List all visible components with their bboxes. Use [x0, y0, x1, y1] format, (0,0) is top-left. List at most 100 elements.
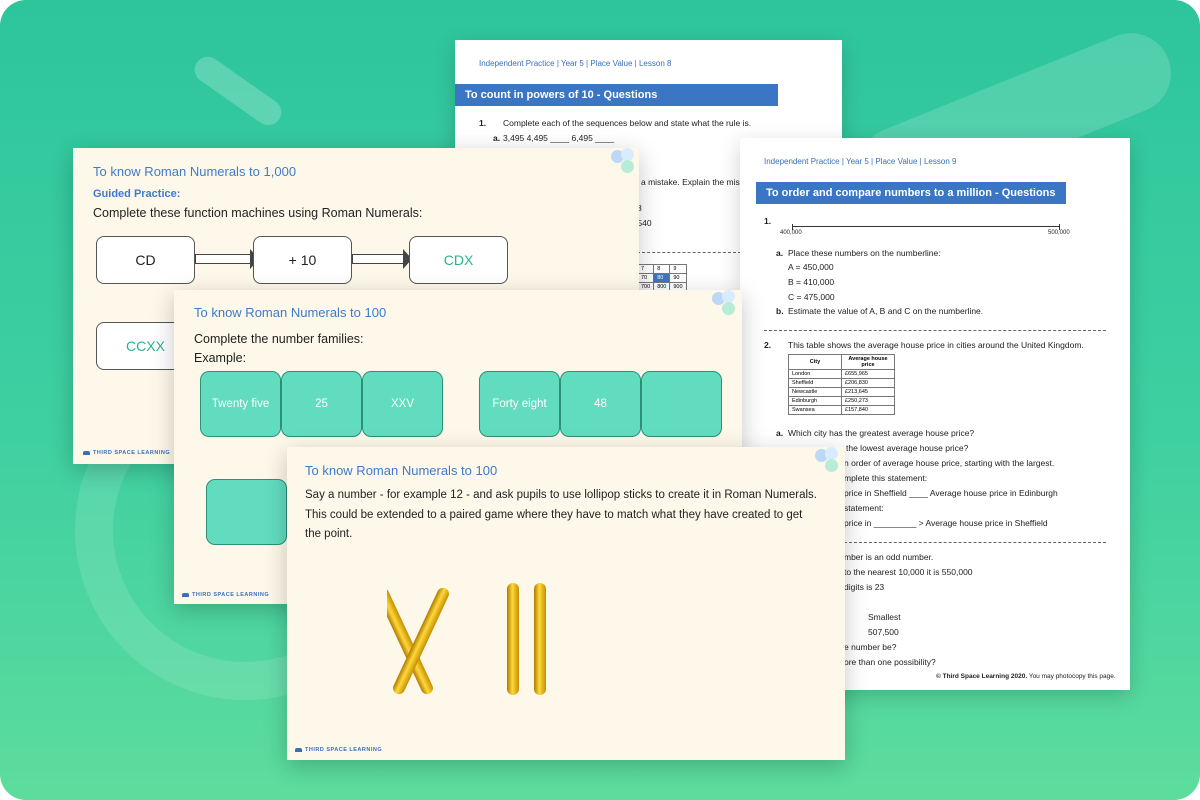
slide-title: To know Roman Numerals to 100: [194, 305, 387, 320]
brand-logo: THIRD SPACE LEARNING: [83, 450, 170, 456]
family-tile-words: Twenty five: [200, 371, 281, 437]
lollipop-sticks-illustration: [387, 583, 546, 695]
worksheet-title: To count in powers of 10 - Questions: [455, 84, 778, 106]
numberline: [792, 224, 1060, 230]
question-text: Estimate the value of A, B and C on the …: [788, 306, 984, 316]
table-cell: Edinburgh: [788, 396, 842, 406]
family-tile-roman: [641, 371, 722, 437]
question-fragment: e number be?: [844, 642, 897, 652]
worksheet-header: Independent Practice | Year 5 | Place Va…: [764, 157, 957, 166]
question-fragment: ore than one possibility?: [844, 657, 936, 667]
question-number: 1.: [479, 118, 487, 128]
family-tile-number: 25: [281, 371, 362, 437]
table-row: Edinburgh £250,273: [788, 396, 895, 406]
divider: [844, 542, 1106, 543]
value-a: A = 450,000: [788, 262, 834, 272]
grid-cell: 7: [636, 264, 655, 274]
stick-i-first: [507, 583, 519, 695]
table-row: Newcastle £213,645: [788, 387, 895, 397]
question-fragment: price in Sheffield ____ Average house pr…: [844, 488, 1058, 498]
divider: [764, 330, 1106, 331]
table-cell: Sheffield: [788, 378, 842, 388]
slide-subtitle: Guided Practice:: [93, 188, 181, 200]
house-price-table: City Average house price London £655,965 …: [788, 354, 895, 415]
question-part-label: a.: [776, 428, 784, 438]
arrow-icon: [352, 254, 404, 264]
question-fragment: to the nearest 10,000 it is 550,000: [844, 567, 973, 577]
question-text: This table shows the average house price…: [788, 340, 1084, 350]
table-cell: £206,830: [841, 378, 895, 388]
copyright-owner: © Third Space Learning 2020.: [936, 673, 1028, 680]
function-operation-box: + 10: [253, 236, 352, 284]
numberline-start: 400,000: [780, 230, 802, 236]
question-fragment: n order of average house price, starting…: [844, 458, 1055, 468]
question-fragment: Smallest: [868, 612, 901, 622]
question-text: Complete each of the sequences below and…: [503, 118, 752, 128]
table-header: Average house price: [841, 354, 895, 370]
arrow-icon: [195, 254, 251, 264]
slide-instruction: Complete the number families:: [194, 332, 364, 346]
slide-title: To know Roman Numerals to 1,000: [93, 164, 297, 179]
slide-instruction: Complete these function machines using R…: [93, 206, 423, 220]
slide-body-line: the point.: [305, 528, 353, 540]
slide-title: To know Roman Numerals to 100: [305, 463, 498, 478]
partial-text: a mistake. Explain the mist: [641, 177, 743, 187]
question-fragment: mber is an odd number.: [844, 552, 934, 562]
question-text: Which city has the greatest average hous…: [788, 428, 975, 438]
copyright-text: You may photocopy this page.: [1028, 673, 1116, 680]
grid-cell: 9: [669, 264, 687, 274]
family-tile-words: Forty eight: [479, 371, 560, 437]
grid-cell: 8: [653, 264, 671, 274]
brand-petals-icon: [815, 447, 841, 475]
table-row: Sheffield £206,830: [788, 378, 895, 388]
table-cell: £655,965: [841, 369, 895, 379]
question-fragment: mplete this statement:: [844, 473, 928, 483]
table-cell: £213,645: [841, 387, 895, 397]
sequence-text: 3,495 4,495 ____ 6,495 ____: [503, 133, 615, 143]
question-fragment: the lowest average house price?: [846, 443, 969, 453]
question-fragment: 507,500: [868, 627, 899, 637]
function-output-box: CDX: [409, 236, 508, 284]
brand-logo: THIRD SPACE LEARNING: [295, 747, 382, 753]
brand-petals-icon: [712, 290, 738, 318]
slide-body-line: This could be extended to a paired game …: [305, 509, 803, 521]
question-part-label: b.: [776, 306, 784, 316]
grid-cell: 70: [636, 273, 655, 283]
table-row: London £655,965: [788, 369, 895, 379]
copyright-note: © Third Space Learning 2020. You may pho…: [936, 673, 1116, 680]
worksheet-header: Independent Practice | Year 5 | Place Va…: [479, 59, 672, 68]
background-panel: Independent Practice | Year 5 | Place Va…: [0, 0, 1200, 800]
decorative-pill: [189, 51, 287, 131]
grid-cell: 80: [653, 273, 671, 283]
table-cell: Swansea: [788, 405, 842, 415]
family-tile-number: 48: [560, 371, 641, 437]
family-tile-blank: [206, 479, 287, 545]
grid-cell: 90: [669, 273, 687, 283]
table-cell: Newcastle: [788, 387, 842, 397]
stick-i-second: [534, 583, 546, 695]
table-header: City: [788, 354, 842, 370]
table-row: Swansea £157,840: [788, 405, 895, 415]
value-c: C = 475,000: [788, 292, 835, 302]
stick-x-left: [387, 587, 433, 695]
question-fragment: statement:: [844, 503, 884, 513]
table-cell: London: [788, 369, 842, 379]
slide-lollipop-sticks: To know Roman Numerals to 100 Say a numb…: [287, 447, 845, 760]
question-number: 2.: [764, 340, 772, 350]
question-fragment: price in _________ > Average house price…: [844, 518, 1048, 528]
question-fragment: digits is 23: [844, 582, 885, 592]
table-cell: £250,273: [841, 396, 895, 406]
table-cell: £157,840: [841, 405, 895, 415]
family-tile-roman: XXV: [362, 371, 443, 437]
slide-body-line: Say a number - for example 12 - and ask …: [305, 489, 817, 501]
brand-petals-icon: [611, 148, 637, 176]
brand-logo: THIRD SPACE LEARNING: [182, 592, 269, 598]
question-number: 1.: [764, 216, 772, 226]
slide-example-label: Example:: [194, 351, 247, 365]
value-b: B = 410,000: [788, 277, 835, 287]
function-input-box: CD: [96, 236, 195, 284]
place-value-grid: 789 70 80 90 700 800 900: [636, 264, 687, 292]
question-part-label: a.: [776, 248, 784, 258]
numberline-end: 500,000: [1048, 230, 1070, 236]
worksheet-title: To order and compare numbers to a millio…: [756, 182, 1066, 204]
